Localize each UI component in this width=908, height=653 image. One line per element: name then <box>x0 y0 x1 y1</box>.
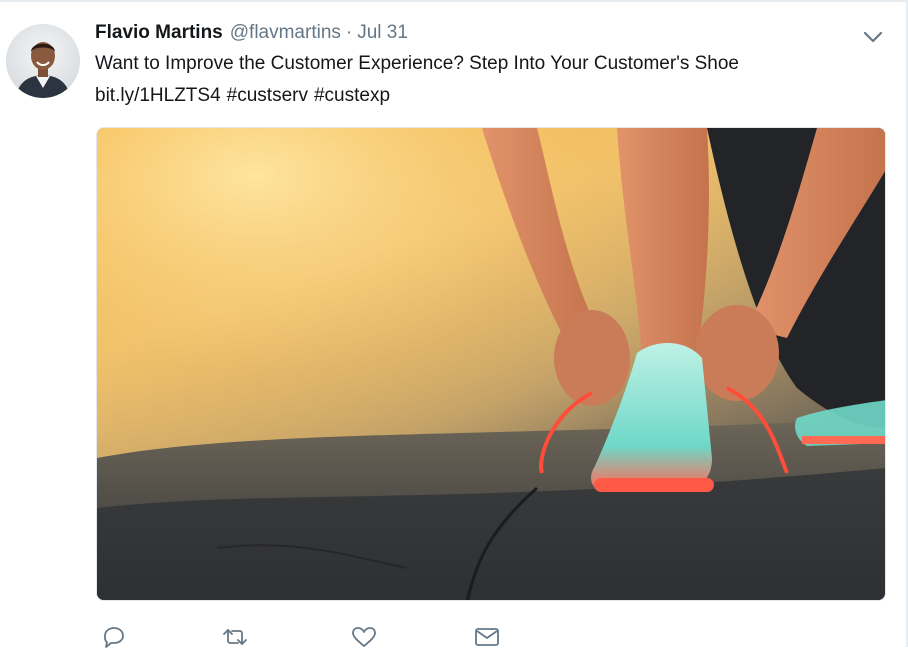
author-handle[interactable]: @flavmartins <box>230 22 341 44</box>
envelope-icon[interactable] <box>473 626 501 648</box>
tweet-text: Want to Improve the Customer Experience?… <box>95 53 739 74</box>
avatar[interactable] <box>6 24 80 98</box>
hashtag-custserv[interactable]: #custserv <box>227 85 308 106</box>
tweet-image[interactable] <box>96 127 886 601</box>
tweet-actions <box>96 622 516 648</box>
author-name[interactable]: Flavio Martins <box>95 22 223 44</box>
tweet: Flavio Martins @flavmartins · Jul 31 Wan… <box>0 0 906 648</box>
tweet-date[interactable]: Jul 31 <box>357 22 408 44</box>
header-separator: · <box>345 22 353 43</box>
tweet-links: bit.ly/1HLZTS4 #custserv #custexp <box>95 85 390 107</box>
tweet-header: Flavio Martins @flavmartins · Jul 31 <box>95 22 408 48</box>
hashtag-custexp[interactable]: #custexp <box>314 85 390 106</box>
retweet-icon[interactable] <box>221 626 249 648</box>
heart-icon[interactable] <box>350 626 378 648</box>
chevron-down-icon[interactable] <box>862 28 884 46</box>
tweet-link[interactable]: bit.ly/1HLZTS4 <box>95 85 221 106</box>
reply-icon[interactable] <box>100 626 128 648</box>
